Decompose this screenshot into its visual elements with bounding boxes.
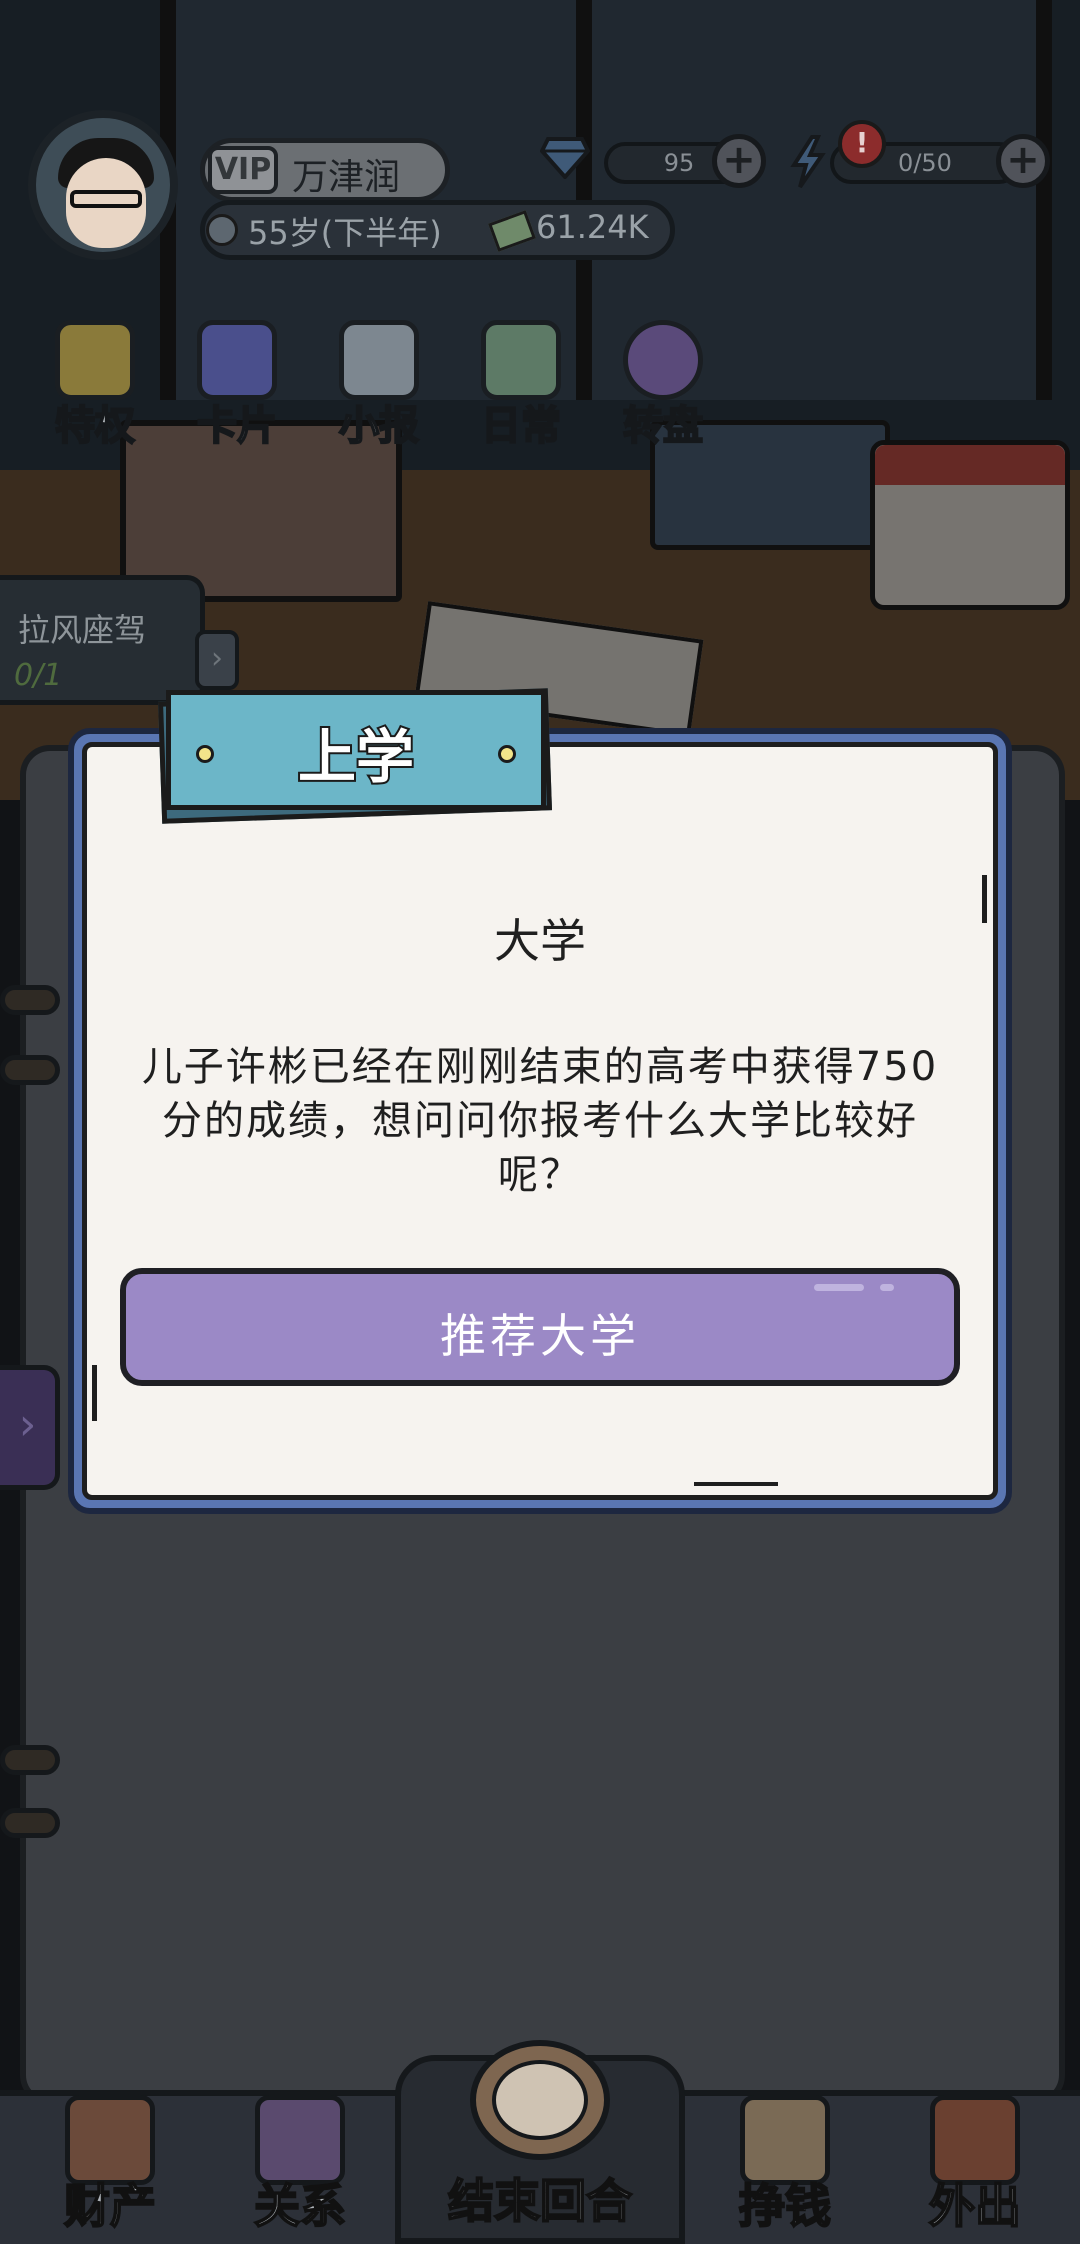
newspaper-icon xyxy=(339,320,419,400)
clock-face xyxy=(492,2060,588,2140)
wheel-icon xyxy=(623,320,703,400)
feature-cards[interactable]: 卡片 xyxy=(182,315,292,450)
player-name: 万津润 xyxy=(292,157,401,198)
feature-label: 转盘 xyxy=(622,402,704,450)
end-turn-label: 结束回合 xyxy=(447,2173,633,2229)
add-gems-button[interactable]: + xyxy=(712,134,766,188)
side-task-title: 拉风座驾 xyxy=(18,611,147,649)
nav-earn[interactable]: 挣钱 xyxy=(695,2095,875,2244)
side-task-progress: 0/1 xyxy=(14,658,63,693)
side-task-arrow-button[interactable]: › xyxy=(195,630,239,690)
lightning-icon xyxy=(790,135,826,189)
feature-label: 卡片 xyxy=(196,402,278,450)
binder-ring xyxy=(0,1055,60,1085)
alarm-clock-icon xyxy=(470,2040,610,2160)
feature-privilege[interactable]: 特权 xyxy=(40,315,150,450)
feature-label: 特权 xyxy=(54,402,136,450)
nav-label: 关系 xyxy=(253,2178,347,2234)
event-description: 儿子许彬已经在刚刚结束的高考中获得750分的成绩，想问问你报考什么大学比较好呢？ xyxy=(141,1044,939,1198)
nav-relations[interactable]: 关系 xyxy=(210,2095,390,2244)
player-age: 55岁(下半年) xyxy=(248,214,442,252)
feature-label: 日常 xyxy=(480,402,562,450)
vip-badge[interactable]: VIP xyxy=(208,146,278,194)
clock-icon xyxy=(206,214,238,246)
vip-crown-icon xyxy=(55,320,135,400)
player-money: 61.24K xyxy=(536,208,649,246)
nav-label: 挣钱 xyxy=(738,2178,832,2234)
cards-icon xyxy=(197,320,277,400)
avatar-glasses xyxy=(70,190,142,208)
category-tag-label: 上学 xyxy=(296,721,416,793)
binder-ring xyxy=(0,1808,60,1838)
nav-go-out[interactable]: 外出 xyxy=(885,2095,1065,2244)
binder-ring xyxy=(0,985,60,1015)
side-expand-button[interactable]: › xyxy=(0,1365,60,1490)
nav-label: 财产 xyxy=(63,2178,157,2234)
event-heading: 大学 xyxy=(494,914,586,968)
recommend-university-button[interactable]: 推荐大学 xyxy=(120,1268,960,1386)
game-scene: VIP 万津润 55岁(下半年) 61.24K 95 + 0/50 ! + 特权… xyxy=(0,0,1080,2244)
scroll-indicator xyxy=(694,1482,778,1486)
alert-icon[interactable]: ! xyxy=(838,120,886,168)
diamond-icon xyxy=(540,137,590,179)
feature-daily[interactable]: 日常 xyxy=(466,315,576,450)
nav-assets[interactable]: 财产 xyxy=(20,2095,200,2244)
feature-label: 小报 xyxy=(338,402,420,450)
recommend-button-label: 推荐大学 xyxy=(440,1309,640,1363)
feature-wheel[interactable]: 转盘 xyxy=(608,315,718,450)
binder-ring xyxy=(0,1745,60,1775)
nav-label: 外出 xyxy=(928,2178,1022,2234)
feature-newspaper[interactable]: 小报 xyxy=(324,315,434,450)
button-highlight xyxy=(880,1284,894,1291)
player-avatar[interactable] xyxy=(28,110,178,260)
add-energy-button[interactable]: + xyxy=(996,134,1050,188)
clipboard-icon xyxy=(481,320,561,400)
scroll-indicator xyxy=(92,1365,97,1421)
button-highlight xyxy=(814,1284,864,1291)
